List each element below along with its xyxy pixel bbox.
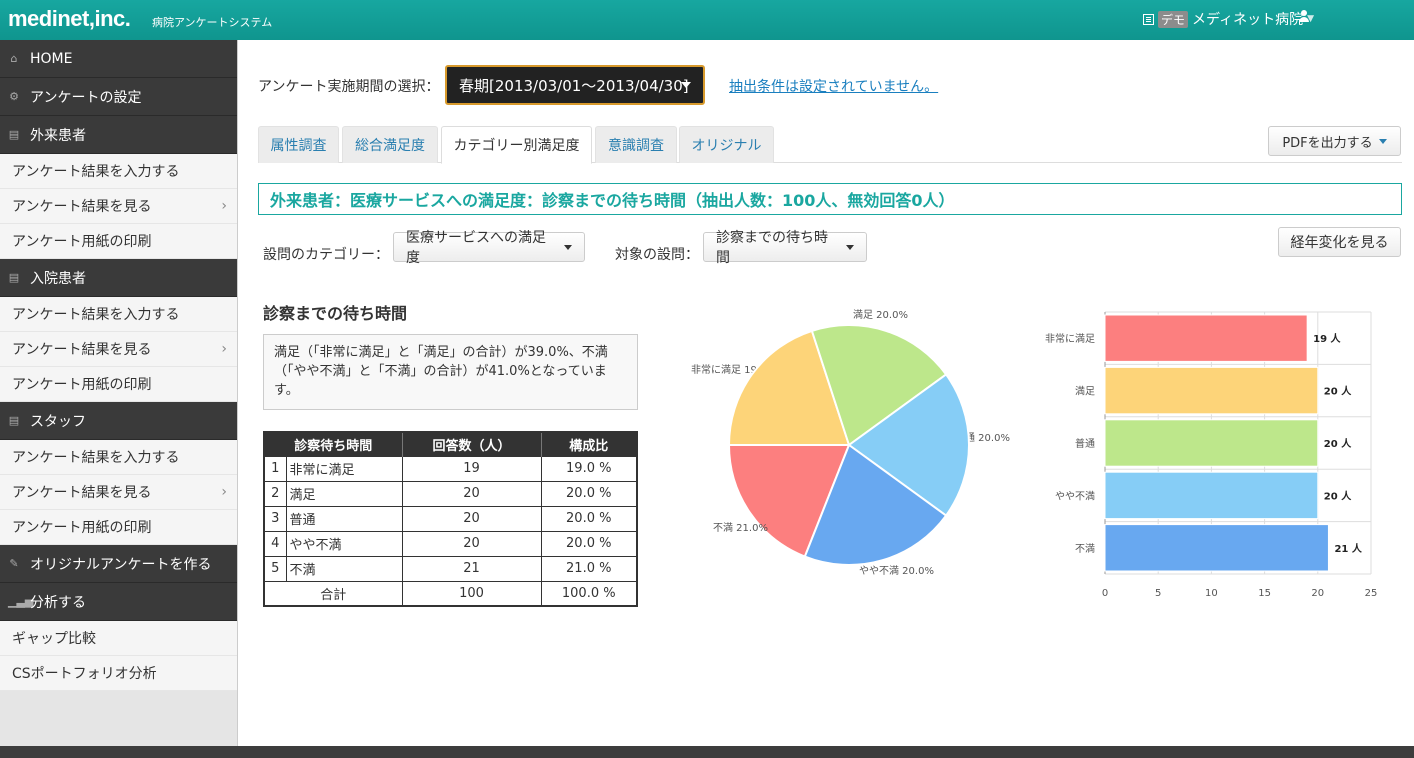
sidebar: ⌂ HOME ⚙ アンケートの設定 ▤ 外来患者 アンケート結果を入力する アンケート…: [0, 40, 238, 746]
sidebar-item-settings[interactable]: ⚙ アンケートの設定: [0, 78, 237, 116]
chevron-right-icon: ›: [221, 198, 227, 214]
bar-value-label: 20 人: [1324, 437, 1352, 450]
logo[interactable]: medinet,inc.: [8, 6, 131, 32]
sidebar-item-outpatient-print[interactable]: アンケート用紙の印刷: [0, 224, 237, 259]
hospital-name: メディネット病院: [1192, 12, 1304, 28]
bottom-bar: [0, 746, 1414, 758]
bar: [1104, 314, 1308, 362]
sidebar-item-staff-print[interactable]: アンケート用紙の印刷: [0, 510, 237, 545]
x-tick-label: 25: [1365, 588, 1378, 599]
document-icon: ▤: [8, 271, 20, 284]
bar-chart: 0 5 10 15 20 2519 人非常に満足20 人満足20 人普通20 人やや不満2…: [1045, 311, 1378, 599]
x-tick-label: 10: [1205, 588, 1218, 599]
sidebar-item-home[interactable]: ⌂ HOME: [0, 40, 237, 78]
hospital-menu[interactable]: デモ メディネット病院 ▼: [1143, 9, 1314, 29]
document-icon: ▤: [8, 128, 20, 141]
sidebar-item-outpatient-input[interactable]: アンケート結果を入力する: [0, 154, 237, 189]
x-tick-label: 5: [1155, 588, 1161, 599]
sidebar-item-outpatient-view[interactable]: アンケート結果を見る ›: [0, 189, 237, 224]
app-subtitle: 病院アンケートシステム: [152, 16, 273, 29]
y-tick-label: 不満: [1075, 543, 1095, 555]
sidebar-item-inpatient-print[interactable]: アンケート用紙の印刷: [0, 367, 237, 402]
sidebar-item-portfolio[interactable]: CSポートフォリオ分析: [0, 656, 237, 691]
document-icon: ▤: [8, 414, 20, 427]
user-icon[interactable]: [1298, 10, 1310, 24]
top-header: medinet,inc. 病院アンケートシステム デモ メディネット病院 ▼: [0, 0, 1414, 40]
building-icon: [1143, 13, 1155, 25]
demo-badge: デモ: [1158, 10, 1189, 28]
sidebar-item-staff-input[interactable]: アンケート結果を入力する: [0, 440, 237, 475]
bar-value-label: 20 人: [1324, 489, 1352, 502]
bar-value-label: 21 人: [1334, 542, 1362, 555]
home-icon: ⌂: [10, 52, 18, 65]
bar-value-label: 20 人: [1324, 385, 1352, 398]
main-content: アンケート実施期間の選択： 春期[2013/03/01～2013/04/30] …: [239, 40, 1414, 746]
sidebar-section-staff[interactable]: ▤ スタッフ: [0, 402, 237, 440]
y-tick-label: 満足: [1075, 386, 1095, 398]
charts-area: 非常に満足 19.0% 満足 20.0% 普通 20.0% やや不満 20.0% 不満 …: [239, 40, 1414, 746]
bar: [1104, 471, 1319, 520]
sidebar-item-staff-view[interactable]: アンケート結果を見る ›: [0, 475, 237, 510]
sidebar-item-gap[interactable]: ギャップ比較: [0, 621, 237, 656]
sidebar-section-analysis[interactable]: ▁▃▅ 分析する: [0, 583, 237, 621]
x-tick-label: 0: [1102, 588, 1108, 599]
chevron-right-icon: ›: [221, 484, 227, 500]
pencil-icon: ✎: [9, 557, 19, 570]
sidebar-section-outpatient[interactable]: ▤ 外来患者: [0, 116, 237, 154]
signal-icon: ▁▃▅: [8, 595, 34, 608]
x-tick-label: 15: [1258, 588, 1271, 599]
y-tick-label: 普通: [1075, 437, 1095, 450]
y-tick-label: やや不満: [1055, 490, 1095, 502]
gear-icon: ⚙: [9, 90, 19, 103]
sidebar-section-inpatient[interactable]: ▤ 入院患者: [0, 259, 237, 297]
chevron-right-icon: ›: [221, 341, 227, 357]
sidebar-item-inpatient-view[interactable]: アンケート結果を見る ›: [0, 332, 237, 367]
bar: [1104, 366, 1319, 415]
y-tick-label: 非常に満足: [1045, 332, 1095, 345]
bar: [1104, 524, 1329, 572]
sidebar-item-inpatient-input[interactable]: アンケート結果を入力する: [0, 297, 237, 332]
sidebar-item-original[interactable]: ✎ オリジナルアンケートを作る: [0, 545, 237, 583]
bar-value-label: 19 人: [1313, 332, 1341, 345]
bar: [1104, 419, 1319, 467]
x-tick-label: 20: [1311, 588, 1324, 599]
